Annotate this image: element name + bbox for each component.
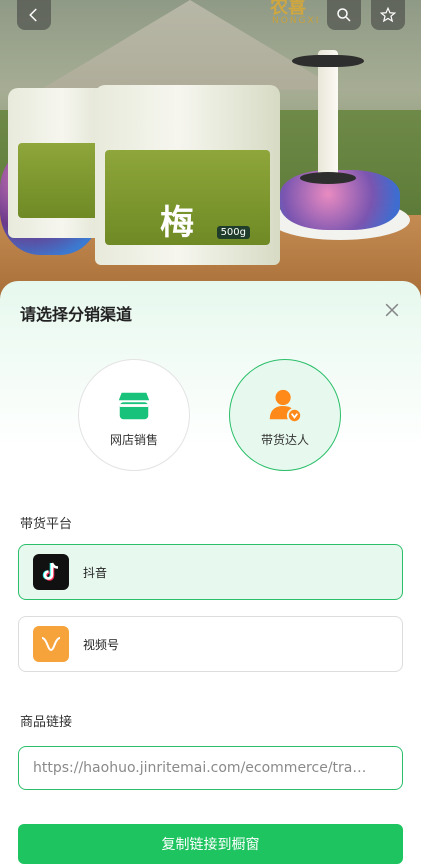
lamp-top [292,55,364,67]
product-jar-front: 梅 500g [95,85,280,265]
platform-option-douyin[interactable]: 抖音 [18,544,403,600]
channel-label: 带货达人 [260,432,309,447]
close-icon [385,303,399,317]
distribution-channel-sheet: 请选择分销渠道 网店销售 带货达人 带货平台 抖音 视频号 商品链接 https… [0,281,421,865]
favorite-button[interactable] [371,0,405,30]
platform-option-channels[interactable]: 视频号 [18,616,403,672]
copy-link-button[interactable]: 复制链接到橱窗 [18,824,403,864]
channel-option-online-store[interactable]: 网店销售 [78,359,190,471]
sheet-title: 请选择分销渠道 [20,305,133,324]
close-button[interactable] [381,299,403,321]
brand-name: 农喜 [270,0,306,18]
jar-main-char: 梅 [160,203,194,243]
link-section-label: 商品链接 [20,715,73,730]
influencer-icon [269,389,303,423]
top-nav: 农喜 NONGXI [0,0,421,36]
platform-name: 视频号 [83,637,120,652]
lamp-base [300,172,356,184]
channels-icon [33,626,69,662]
platform-name: 抖音 [83,565,108,580]
product-image: 梅 500g [0,0,421,300]
chevron-left-icon [29,8,37,22]
back-button[interactable] [17,0,51,30]
channel-option-influencer[interactable]: 带货达人 [229,359,341,471]
platform-section-label: 带货平台 [20,517,73,532]
star-icon [379,6,397,23]
brand-sub: NONGXI [272,16,321,26]
jar-label: 梅 500g [105,150,270,245]
storefront-icon [118,392,150,419]
product-link-field[interactable] [18,746,403,790]
douyin-icon [33,554,69,590]
lamp [318,50,338,180]
channel-label: 网店销售 [109,432,158,447]
jar-weight: 500g [216,226,250,239]
search-button[interactable] [327,0,361,30]
search-icon [337,8,351,22]
